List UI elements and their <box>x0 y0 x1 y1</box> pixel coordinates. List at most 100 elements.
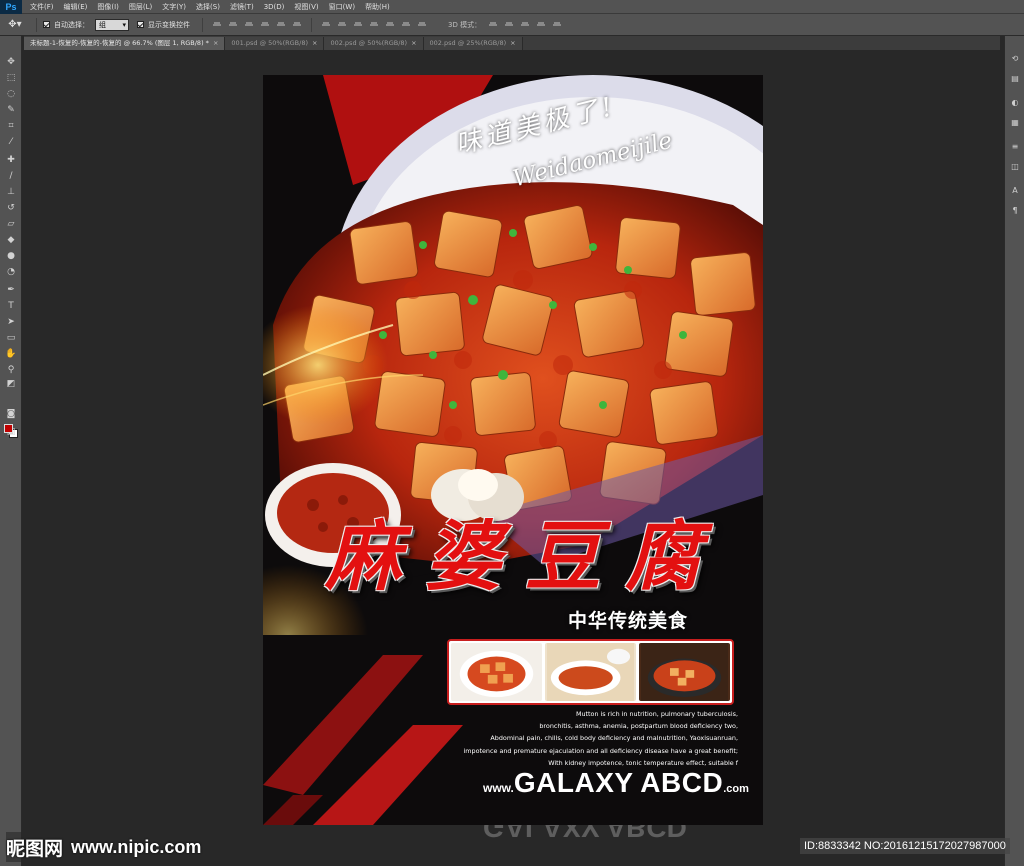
tab-document-4[interactable]: 002.psd @ 25%(RGB/8) × <box>423 37 523 50</box>
marquee-tool-icon[interactable]: ⬚ <box>4 72 18 84</box>
app-logo: Ps <box>0 0 22 14</box>
3d-drag-icon[interactable] <box>520 19 531 30</box>
close-icon[interactable]: × <box>411 39 416 47</box>
description-text: Mutton is rich in nutrition, pulmonary t… <box>448 708 738 769</box>
path-select-tool-icon[interactable]: ➤ <box>4 316 18 328</box>
tab-document-1[interactable]: 未标题-1-恢复的-恢复的-恢复的 @ 66.7% (图层 1, RGB/8) … <box>24 37 226 50</box>
divider <box>36 17 37 32</box>
paint-bucket-tool-icon[interactable]: ◆ <box>4 234 18 246</box>
3d-slide-icon[interactable] <box>536 19 547 30</box>
distribute-center-icon[interactable] <box>385 19 395 30</box>
brush-tool-icon[interactable]: / <box>4 170 18 182</box>
menu-window[interactable]: 窗口(W) <box>324 0 360 14</box>
thumbnail-image <box>639 643 730 701</box>
menu-edit[interactable]: 编辑(E) <box>59 0 93 14</box>
lasso-tool-icon[interactable]: ◌ <box>4 88 18 100</box>
thumbnail-strip <box>447 639 734 705</box>
character-panel-icon[interactable]: A <box>1010 186 1020 196</box>
zoom-tool-icon[interactable]: ⚲ <box>4 364 18 376</box>
menu-3d[interactable]: 3D(D) <box>259 0 290 14</box>
align-center-icon[interactable] <box>276 19 286 30</box>
menu-filter[interactable]: 滤镜(T) <box>225 0 259 14</box>
quick-select-tool-icon[interactable]: ✎ <box>4 104 18 116</box>
menu-type[interactable]: 文字(Y) <box>157 0 191 14</box>
divider <box>311 17 312 32</box>
auto-select-checkbox[interactable] <box>43 21 50 28</box>
menu-bar: Ps 文件(F) 编辑(E) 图像(I) 图层(L) 文字(Y) 选择(S) 滤… <box>0 0 1024 14</box>
menu-select[interactable]: 选择(S) <box>191 0 225 14</box>
align-left-icon[interactable] <box>260 19 270 30</box>
paragraph-panel-icon[interactable]: ¶ <box>1010 206 1020 216</box>
eyedropper-tool-icon[interactable]: ⁄ <box>4 136 18 148</box>
title-char: 腐 <box>625 512 701 601</box>
distribute-right-icon[interactable] <box>401 19 411 30</box>
auto-align-icon[interactable] <box>417 19 427 30</box>
distribute-left-icon[interactable] <box>369 19 379 30</box>
menu-layer[interactable]: 图层(L) <box>124 0 157 14</box>
channels-panel-icon[interactable]: ◫ <box>1010 162 1020 172</box>
poster-subtitle: 中华传统美食 <box>568 610 689 632</box>
quick-mask-icon[interactable]: ◙ <box>4 408 18 420</box>
clone-stamp-tool-icon[interactable]: ⊥ <box>4 186 18 198</box>
dodge-tool-icon[interactable]: ◔ <box>4 266 18 278</box>
tab-label: 未标题-1-恢复的-恢复的-恢复的 @ 66.7% (图层 1, RGB/8) … <box>30 39 209 47</box>
menu-image[interactable]: 图像(I) <box>92 0 124 14</box>
distribute-top-icon[interactable] <box>321 19 331 30</box>
3d-mode-label: 3D 模式： <box>448 20 482 29</box>
history-panel-icon[interactable]: ⟲ <box>1010 54 1020 64</box>
distribute-bottom-icon[interactable] <box>353 19 363 30</box>
show-transform-label: 显示变换控件 <box>148 20 190 29</box>
blur-tool-icon[interactable]: ● <box>4 250 18 262</box>
tab-document-3[interactable]: 002.psd @ 50%(RGB/8) × <box>324 37 424 50</box>
site-url: www.nipic.com <box>71 836 202 857</box>
description-line: Mutton is rich in nutrition, pulmonary t… <box>575 710 738 718</box>
layers-panel-icon[interactable]: ≡ <box>1010 142 1020 152</box>
close-icon[interactable]: × <box>510 39 515 47</box>
crop-tool-icon[interactable]: ⌗ <box>4 120 18 132</box>
align-middle-icon[interactable] <box>228 19 238 30</box>
type-tool-icon[interactable]: T <box>4 300 18 312</box>
healing-brush-tool-icon[interactable]: ✚ <box>4 154 18 166</box>
shape-tool-icon[interactable]: ▭ <box>4 332 18 344</box>
move-tool-preset-icon[interactable]: ✥▾ <box>0 19 30 30</box>
dish-title: 麻 婆 豆 腐 <box>325 495 745 601</box>
auto-select-label: 自动选择： <box>54 20 89 29</box>
brand-name: GALAXY ABCD <box>513 767 724 798</box>
move-tool-icon[interactable]: ✥ <box>4 56 18 68</box>
foreground-color-swatch[interactable] <box>4 424 13 433</box>
tab-label: 001.psd @ 50%(RGB/8) <box>231 39 308 47</box>
menu-file[interactable]: 文件(F) <box>22 0 59 14</box>
title-char: 麻 <box>325 512 401 601</box>
hand-tool-icon[interactable]: ✋ <box>4 348 18 360</box>
show-transform-checkbox[interactable] <box>137 21 144 28</box>
close-icon[interactable]: × <box>312 39 317 47</box>
3d-roll-icon[interactable] <box>504 19 515 30</box>
brand-url: www.GALAXY ABCD.com <box>483 767 749 799</box>
color-panel-icon[interactable]: ◐ <box>1010 98 1020 108</box>
close-icon[interactable]: × <box>213 39 218 47</box>
tab-document-2[interactable]: 001.psd @ 50%(RGB/8) × <box>225 37 325 50</box>
align-right-icon[interactable] <box>292 19 302 30</box>
tab-label: 002.psd @ 50%(RGB/8) <box>330 39 408 47</box>
image-id-label: ID:8833342 NO:20161215172027987000 <box>800 838 1010 854</box>
poster-canvas[interactable]: 味道美极了! Weidaomeijile 麻 婆 豆 腐 中华传统美食 Mutt… <box>263 75 763 825</box>
brand-www: www. <box>483 781 514 795</box>
description-line: Abdominal pain, chills, cold body defici… <box>490 734 738 743</box>
auto-select-dropdown[interactable]: 组 <box>95 18 129 31</box>
default-colors-icon[interactable]: ◩ <box>4 378 18 390</box>
thumbnail-image <box>451 643 542 701</box>
swatches-panel-icon[interactable]: ▦ <box>1010 118 1020 128</box>
panel-dock: ⟲ ▤ ◐ ▦ ≡ ◫ A ¶ <box>1004 36 1024 866</box>
distribute-middle-icon[interactable] <box>337 19 347 30</box>
align-bottom-icon[interactable] <box>244 19 254 30</box>
properties-panel-icon[interactable]: ▤ <box>1010 74 1020 84</box>
pen-tool-icon[interactable]: ✒ <box>4 284 18 296</box>
menu-view[interactable]: 视图(V) <box>289 0 323 14</box>
poster-reflection: GALAXY ABCD <box>263 825 763 866</box>
3d-rotate-icon[interactable] <box>488 19 499 30</box>
align-top-icon[interactable] <box>212 19 222 30</box>
history-brush-tool-icon[interactable]: ↺ <box>4 202 18 214</box>
eraser-tool-icon[interactable]: ▱ <box>4 218 18 230</box>
menu-help[interactable]: 帮助(H) <box>360 0 395 14</box>
3d-scale-icon[interactable] <box>552 19 563 30</box>
